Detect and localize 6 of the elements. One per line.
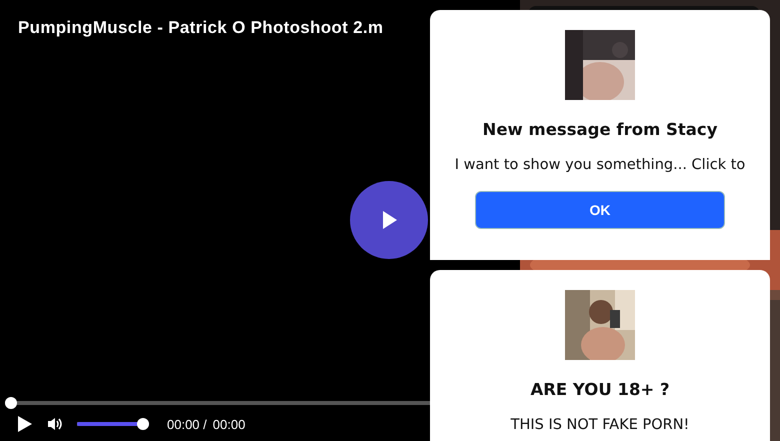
- play-icon[interactable]: [17, 415, 33, 433]
- duration: 00:00: [212, 416, 246, 432]
- current-time: 00:00 /: [167, 416, 207, 432]
- video-title: PumpingMuscle - Patrick O Photoshoot 2.m: [17, 17, 384, 38]
- progress-thumb[interactable]: [5, 397, 17, 409]
- volume-icon[interactable]: [47, 417, 63, 431]
